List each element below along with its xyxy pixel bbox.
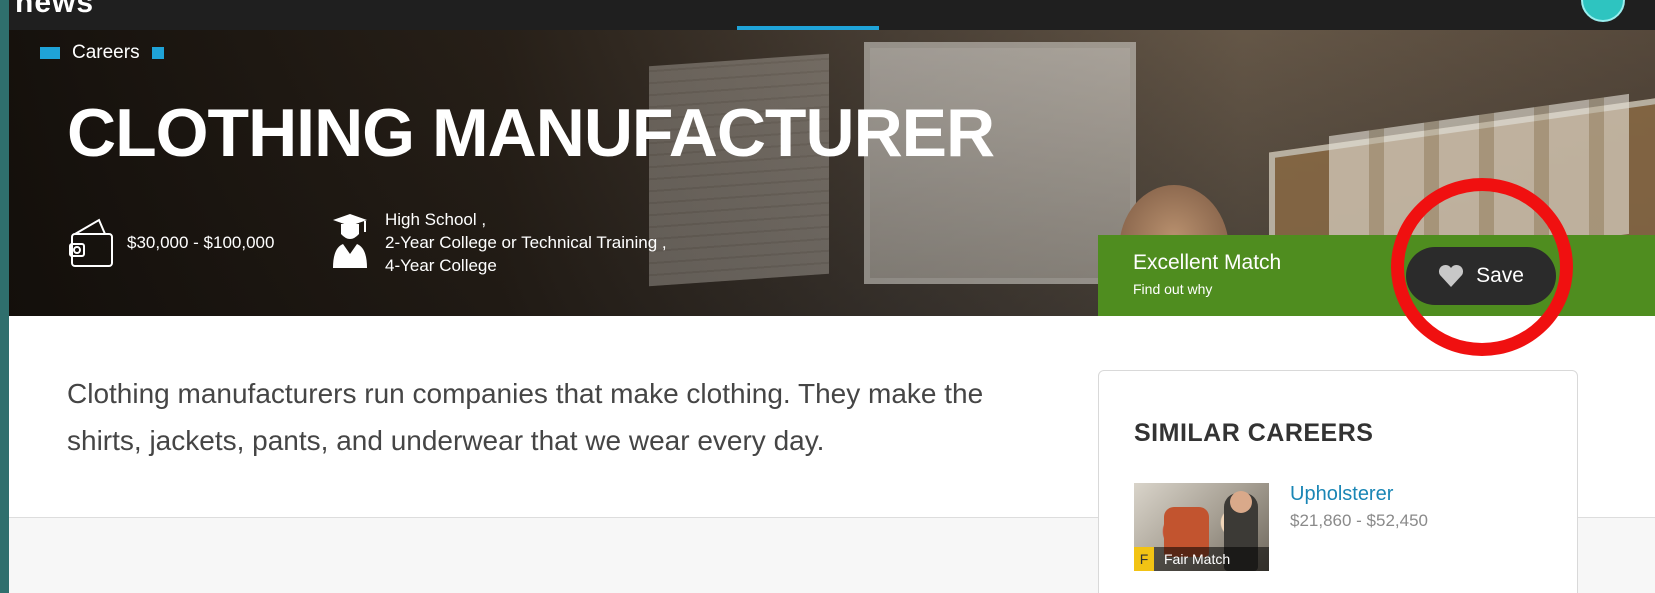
page-frame: news Careers CLOTHING MANUFACTURER $30,0…: [9, 0, 1655, 593]
education-item: High School ,: [385, 210, 487, 229]
thumbnail-face: [1230, 491, 1252, 513]
breadcrumb-marker-left: [40, 47, 60, 59]
match-badge: F Fair Match: [1134, 547, 1269, 571]
education-item: 4-Year College: [385, 256, 497, 275]
career-description: Clothing manufacturers run companies tha…: [67, 378, 984, 456]
education-item: 2-Year College or Technical Training ,: [385, 233, 667, 252]
user-avatar[interactable]: [1581, 0, 1625, 22]
site-logo[interactable]: news: [15, 0, 94, 20]
match-label: Excellent Match: [1133, 251, 1282, 274]
page-title: CLOTHING MANUFACTURER: [67, 95, 995, 171]
similar-career-link[interactable]: Upholsterer: [1290, 483, 1393, 506]
salary-range: $30,000 - $100,000: [127, 233, 275, 252]
breadcrumb-marker-right: [151, 47, 164, 59]
save-button[interactable]: Save: [1406, 247, 1556, 305]
career-thumbnail[interactable]: F Fair Match: [1134, 483, 1269, 571]
match-badge-letter: F: [1134, 547, 1154, 571]
salary-info: $30,000 - $100,000: [69, 216, 274, 270]
wallet-icon: [69, 218, 113, 267]
save-button-label: Save: [1476, 264, 1524, 287]
heart-icon: [1439, 264, 1464, 287]
match-badge-text: Fair Match: [1164, 551, 1231, 567]
similar-career-salary: $21,860 - $52,450: [1290, 511, 1429, 530]
graduate-icon: [333, 214, 367, 268]
match-banner[interactable]: Excellent Match Find out why: [1098, 235, 1655, 316]
education-info: High School , 2-Year College or Technica…: [329, 208, 667, 277]
find-out-why-link[interactable]: Find out why: [1133, 281, 1212, 297]
similar-careers-heading: SIMILAR CAREERS: [1134, 419, 1374, 447]
education-list: High School , 2-Year College or Technica…: [385, 208, 667, 277]
similar-careers-card: SIMILAR CAREERS F Fair Match Upholsterer…: [1098, 370, 1578, 593]
breadcrumb-label[interactable]: Careers: [72, 42, 140, 64]
top-navigation-bar: news: [9, 0, 1655, 30]
breadcrumb[interactable]: Careers: [40, 42, 164, 64]
